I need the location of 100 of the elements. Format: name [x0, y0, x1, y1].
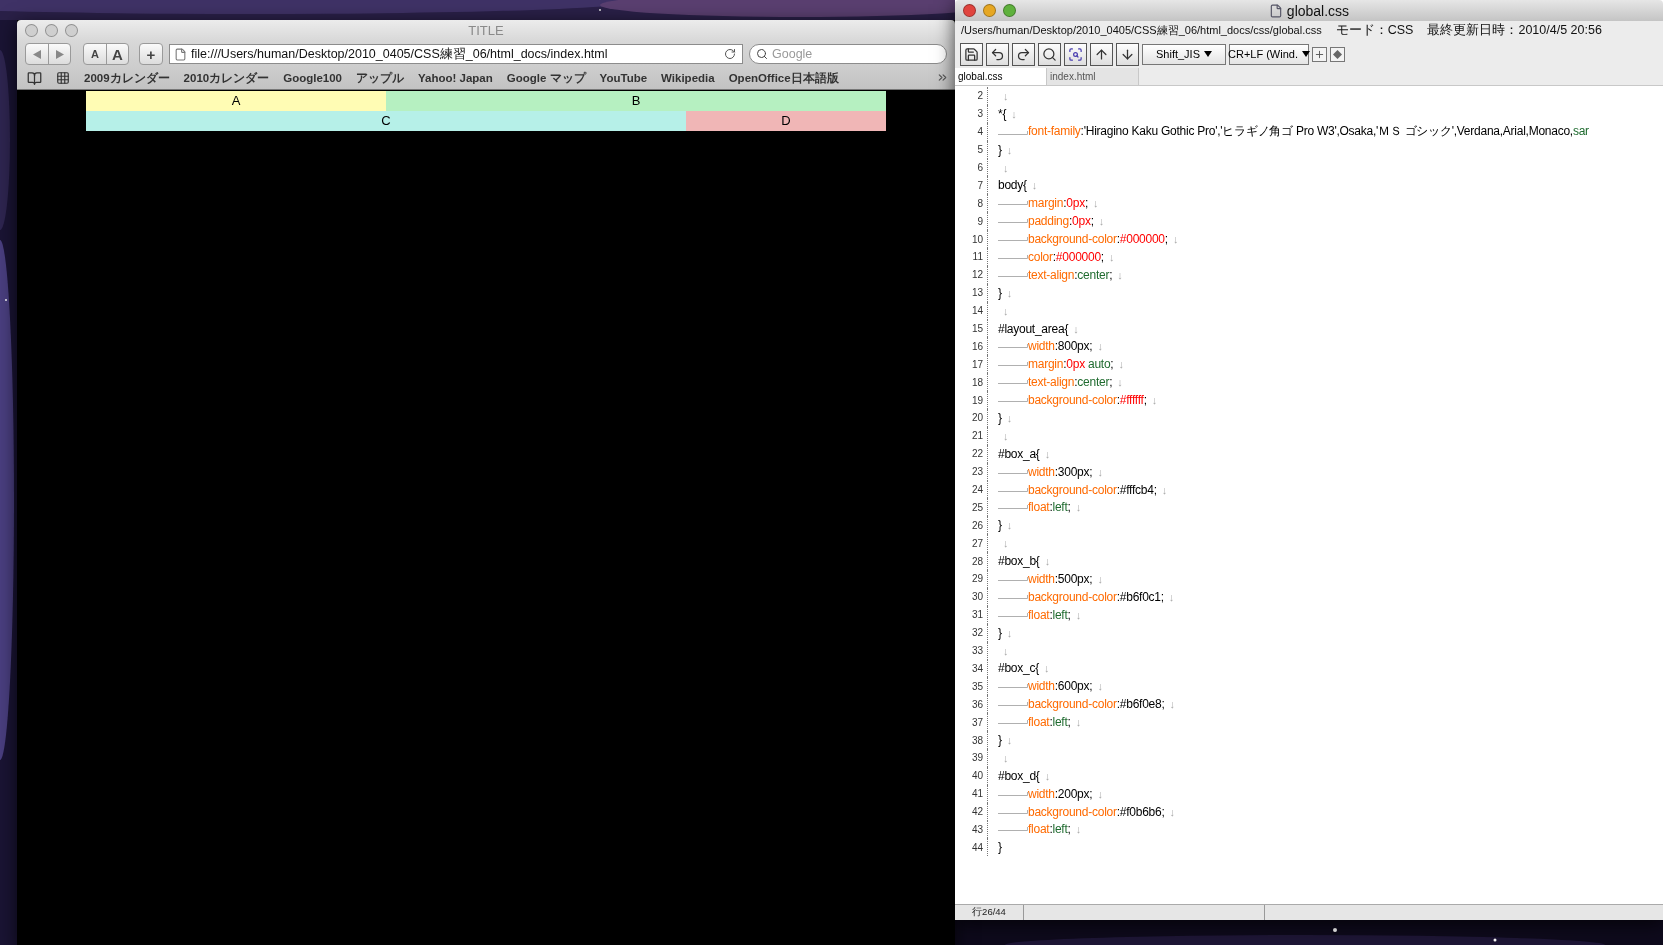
line-number: 13 — [955, 283, 988, 302]
line-number: 2 — [955, 87, 988, 105]
smaller-text-button[interactable]: A — [84, 44, 106, 64]
add-button[interactable] — [1312, 46, 1327, 62]
line-end-mark: ↓ — [1006, 411, 1013, 424]
code-text: } — [998, 625, 1002, 640]
code-text: } — [998, 142, 1002, 157]
more-icon[interactable] — [936, 71, 949, 84]
code-text: color:#000000; — [1028, 249, 1104, 264]
line-number: 40 — [955, 766, 988, 785]
url-text: file:///Users/human/Desktop/2010_0405/CSS練習_06/html_docs/index.html — [191, 45, 609, 63]
close-button[interactable] — [963, 4, 976, 17]
page-box: B — [386, 91, 886, 111]
line-number: 20 — [955, 409, 988, 427]
minimize-button[interactable] — [983, 4, 996, 17]
find-previous-button[interactable] — [1090, 42, 1113, 66]
line-number: 26 — [955, 516, 988, 535]
file-path: /Users/human/Desktop/2010_0405/CSS練習_06/html_docs/css/global.css — [961, 23, 1322, 38]
line-end-mark: ↓ — [1003, 644, 1009, 657]
line-number: 4 — [955, 122, 988, 141]
search-button[interactable] — [1038, 42, 1061, 66]
find-next-button[interactable] — [1116, 42, 1139, 66]
line-number: 30 — [955, 587, 988, 606]
bigger-text-button[interactable]: A — [106, 44, 128, 64]
page-box: C — [86, 111, 686, 131]
line-end-mark: ↓ — [1097, 787, 1103, 800]
line-end-mark: ↓ — [1006, 286, 1013, 299]
bookmark-link[interactable]: Google100 — [283, 72, 342, 84]
search-icon — [756, 48, 768, 60]
bookmark-link[interactable]: YouTube — [599, 72, 648, 84]
down-arrow-icon — [1120, 46, 1135, 62]
line-number: 29 — [955, 570, 988, 588]
line-end-mark: ↓ — [1151, 394, 1158, 407]
line-end-mark: ↓ — [1093, 197, 1099, 210]
line-end-mark: ↓ — [1003, 89, 1009, 102]
line-number: 21 — [955, 426, 988, 445]
line-number: 23 — [955, 462, 988, 481]
line-end-mark: ↓ — [1031, 179, 1038, 192]
zoom-button[interactable] — [1003, 4, 1016, 17]
code-text: #box_b{ — [998, 554, 1040, 569]
line-end-mark: ↓ — [1097, 573, 1103, 585]
code-text: } — [998, 733, 1002, 747]
line-end-mark: ↓ — [1097, 340, 1103, 353]
code-text: padding:0px; — [1028, 214, 1094, 229]
bookmark-link[interactable]: アップル — [356, 70, 404, 86]
encoding-dropdown[interactable]: Shift_JIS — [1142, 43, 1226, 65]
bookmark-link[interactable]: 2009カレンダー — [84, 70, 170, 86]
plus-icon — [1314, 48, 1325, 60]
address-field[interactable]: file:///Users/human/Desktop/2010_0405/CSS練習_06/html_docs/index.html — [169, 44, 743, 64]
line-end-mark: ↓ — [1075, 716, 1082, 729]
bookmark-link[interactable]: Google マップ — [506, 70, 586, 86]
undo-button[interactable] — [986, 42, 1009, 66]
line-end-mark: ↓ — [1003, 429, 1009, 442]
code-text: } — [998, 285, 1002, 300]
line-ending-dropdown[interactable]: CR+LF (Wind. — [1229, 43, 1309, 65]
code-text: margin:0px; — [1028, 196, 1088, 211]
file-icon — [1268, 3, 1283, 18]
line-end-mark: ↓ — [1044, 555, 1051, 568]
page-icon — [174, 47, 187, 61]
line-number: 18 — [955, 373, 988, 392]
marker-button[interactable] — [1330, 46, 1345, 62]
bookmark-link[interactable]: Wikipedia — [661, 72, 715, 84]
file-tab[interactable]: global.css — [955, 68, 1047, 85]
bookmark-link[interactable]: OpenOffice日本語版 — [728, 70, 839, 86]
bookmark-link[interactable]: 2010カレンダー — [183, 70, 270, 86]
bookmark-link[interactable]: Yahoo! Japan — [418, 72, 493, 84]
line-end-mark: ↓ — [1098, 215, 1105, 228]
code-text: #layout_area{ — [998, 321, 1069, 336]
window-title: global.css — [1286, 2, 1350, 19]
save-button[interactable] — [960, 42, 983, 66]
caret-icon — [1302, 51, 1310, 57]
code-text: text-align:center; — [1028, 267, 1113, 282]
line-number: 28 — [955, 552, 988, 571]
code-text: text-align:center; — [1028, 375, 1113, 390]
reload-icon[interactable] — [724, 48, 736, 60]
code-text: width:500px; — [1028, 572, 1093, 586]
code-text: #box_c{ — [998, 661, 1039, 676]
code-text: background-color:#b6f0c1; — [1028, 589, 1164, 604]
book-icon[interactable] — [27, 70, 42, 86]
line-number: 15 — [955, 319, 988, 338]
code-text: float:left; — [1028, 715, 1071, 730]
line-number: 41 — [955, 784, 988, 803]
redo-button[interactable] — [1012, 42, 1035, 66]
line-number: 34 — [955, 659, 988, 678]
code-text: width:300px; — [1028, 464, 1093, 479]
highlight-button[interactable] — [1064, 42, 1087, 66]
code-text: float:left; — [1028, 822, 1071, 837]
search-field[interactable]: Google — [749, 44, 947, 64]
file-tab[interactable]: index.html — [1047, 68, 1139, 85]
code-text: background-color:#fffcb4; — [1028, 482, 1157, 497]
window-title: TITLE — [468, 23, 504, 38]
line-end-mark: ↓ — [1168, 590, 1175, 603]
line-end-mark: ↓ — [1044, 447, 1051, 460]
line-end-mark: ↓ — [1169, 698, 1175, 711]
code-text: float:left; — [1028, 500, 1071, 515]
add-bookmark-button[interactable]: + — [140, 44, 162, 64]
grid-icon[interactable] — [56, 71, 70, 85]
line-number: 5 — [955, 140, 988, 159]
line-end-mark: ↓ — [1075, 608, 1082, 621]
line-end-mark: ↓ — [1043, 662, 1050, 675]
